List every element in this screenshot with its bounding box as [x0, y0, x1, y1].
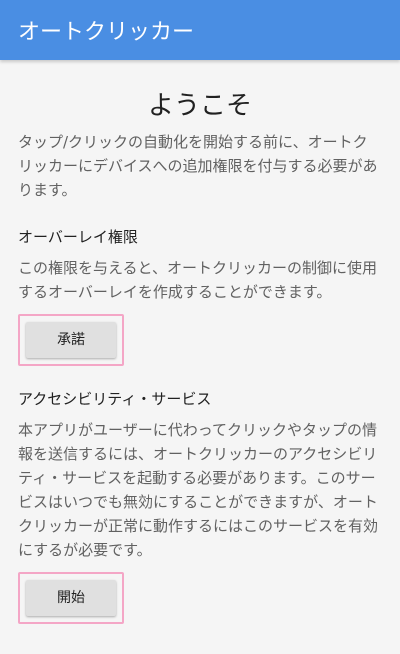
overlay-permission-section: オーバーレイ権限 この権限を与えると、オートクリッカーの制御に使用するオーバーレ… [18, 226, 382, 366]
start-button-highlight: 開始 [18, 572, 124, 624]
accessibility-service-description: 本アプリがユーザーに代わってクリックやタップの情報を送信するには、オートクリッカ… [18, 421, 379, 559]
approve-button-highlight: 承諾 [18, 314, 124, 366]
intro-text: タップ/クリックの自動化を開始する前に、オートクリッカーにデバイスへの追加権限を… [18, 133, 378, 199]
accessibility-service-section: アクセシビリティ・サービス 本アプリがユーザーに代わってクリックやタップの情報を… [18, 388, 382, 624]
app-bar: オートクリッカー [0, 0, 400, 60]
app-title: オートクリッカー [18, 20, 195, 45]
welcome-title: ようこそ [147, 91, 252, 121]
start-button[interactable]: 開始 [26, 580, 116, 616]
main-content[interactable]: ようこそ タップ/クリックの自動化を開始する前に、オートクリッカーにデバイスへの… [0, 60, 400, 654]
overlay-permission-title: オーバーレイ権限 [18, 228, 138, 246]
accessibility-service-title: アクセシビリティ・サービス [18, 390, 212, 408]
approve-button[interactable]: 承諾 [26, 322, 116, 358]
overlay-permission-description: この権限を与えると、オートクリッカーの制御に使用するオーバーレイを作成することが… [18, 259, 377, 301]
